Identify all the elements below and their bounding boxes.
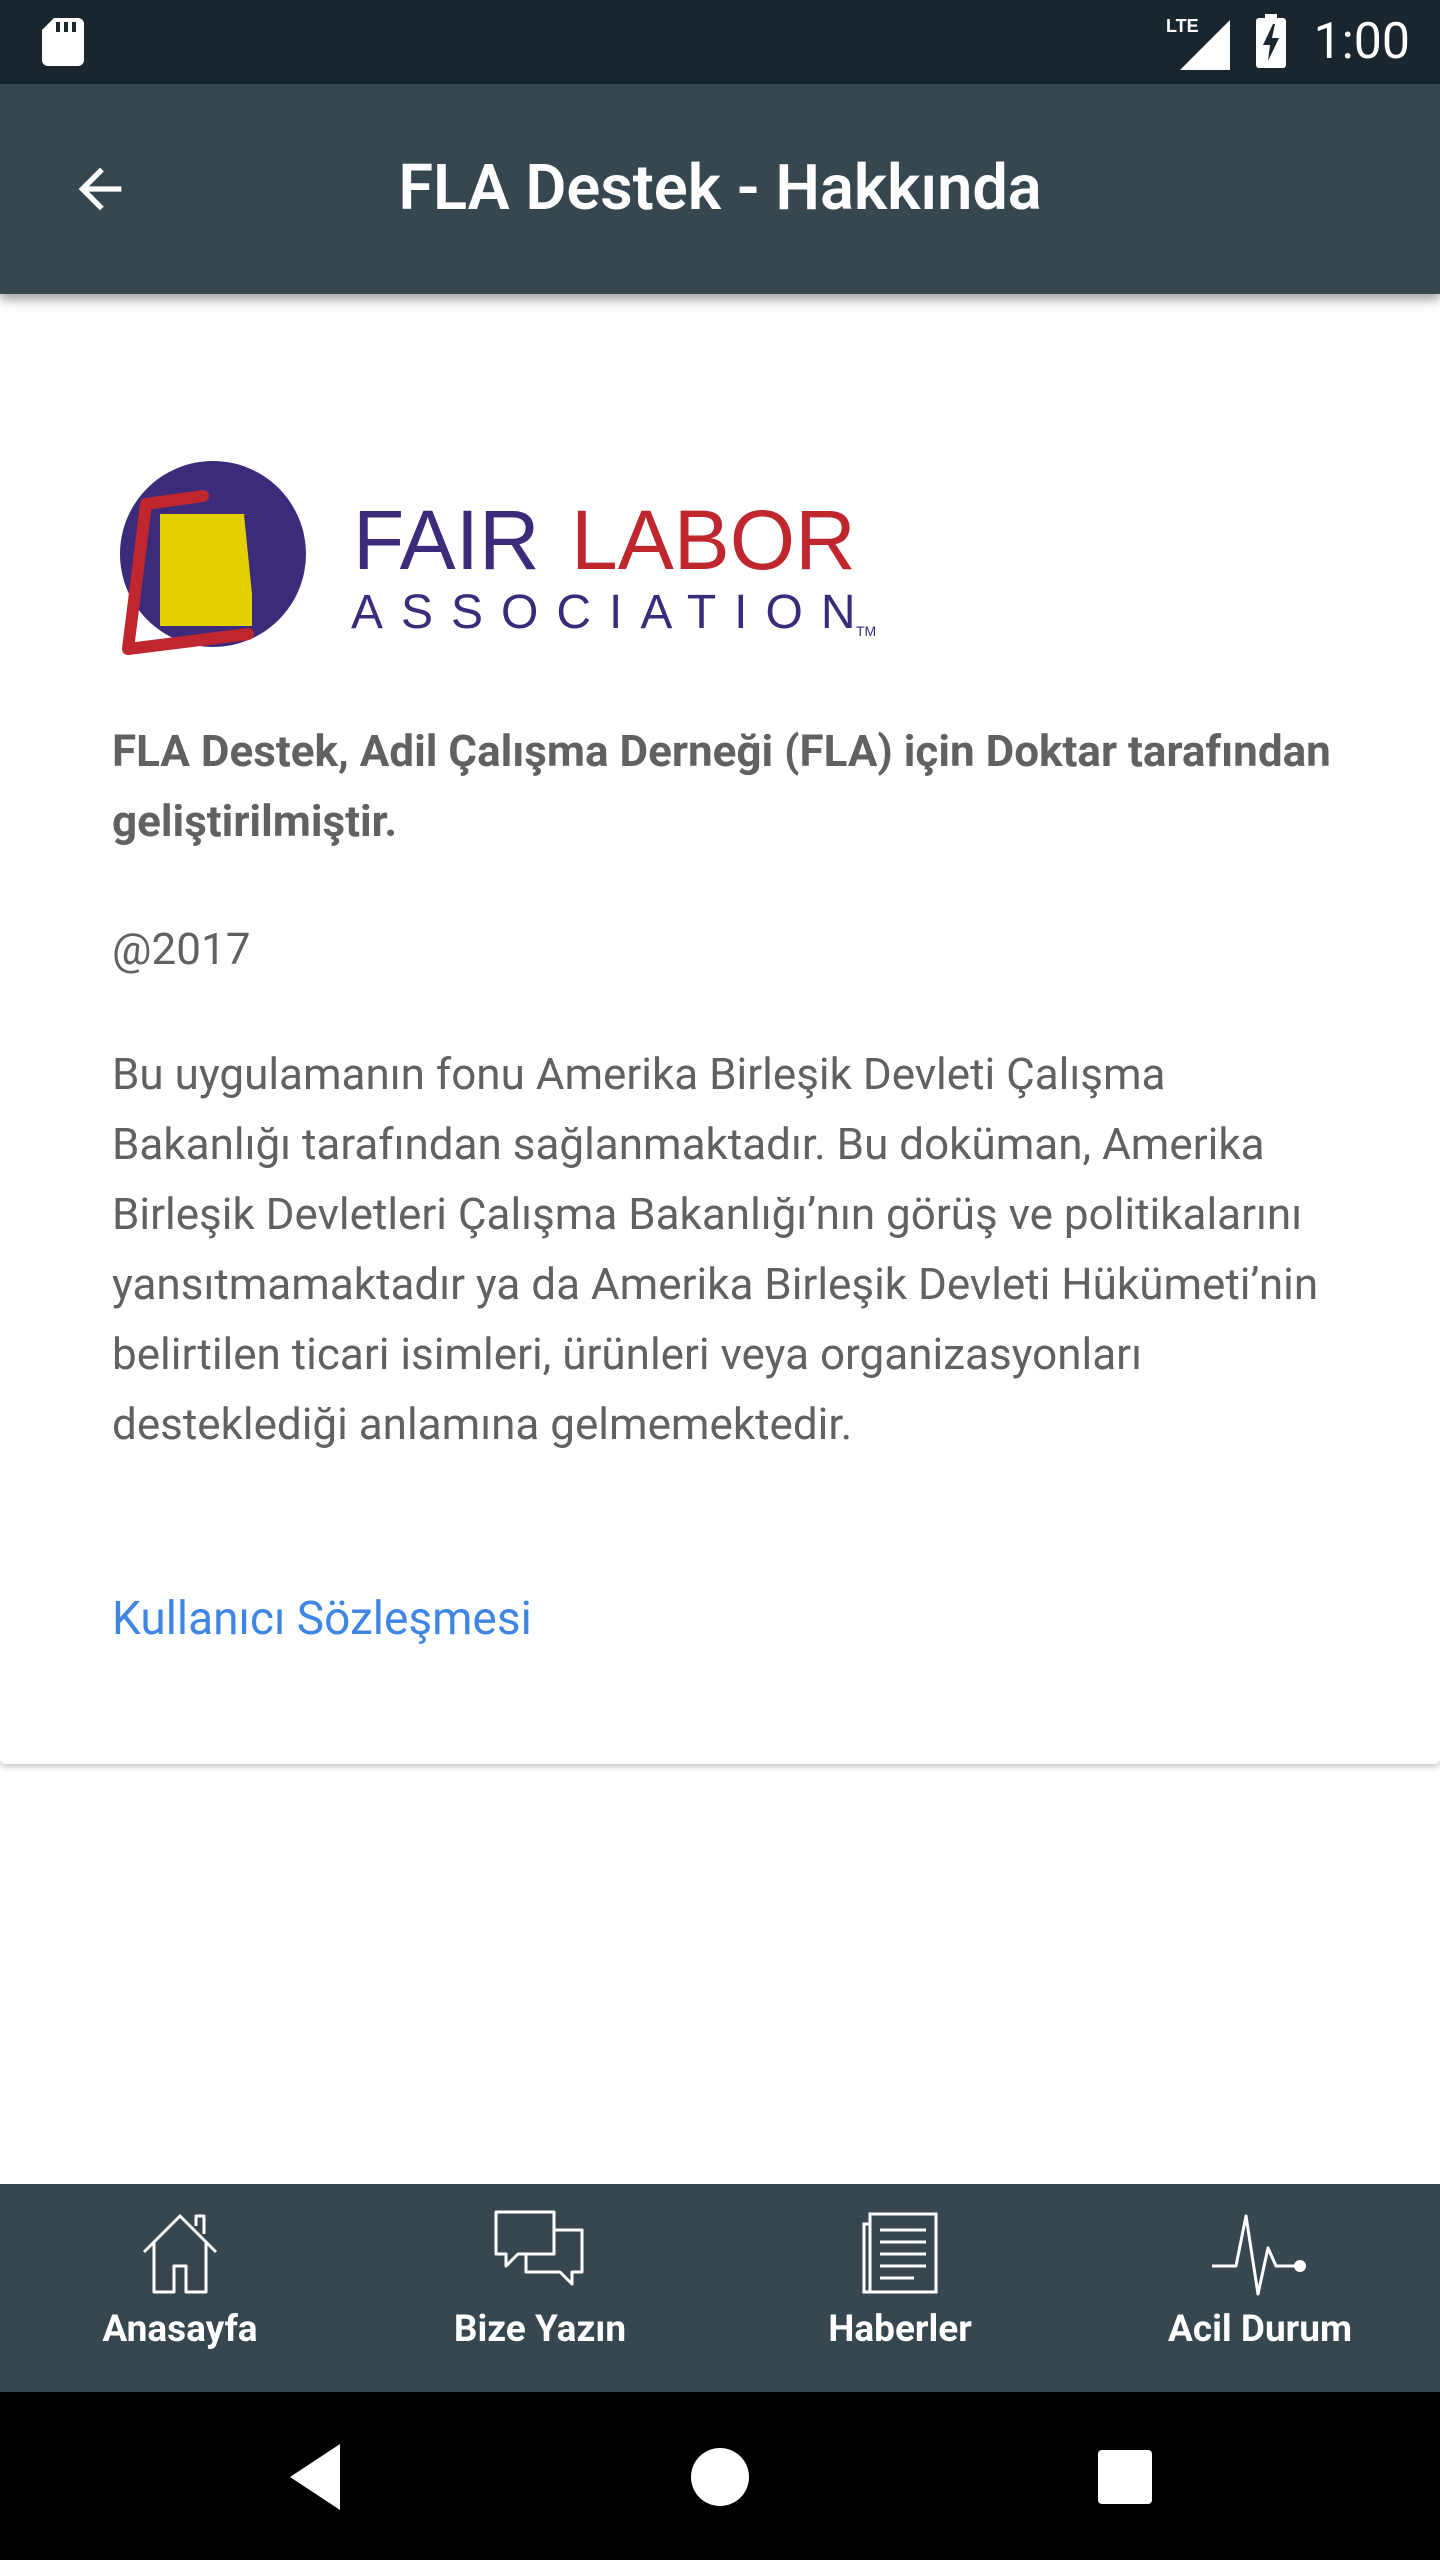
lte-signal-icon: LTE (1166, 16, 1230, 70)
about-card: FAIR LABOR ASSOCIATION TM FLA Destek, Ad… (0, 294, 1440, 1764)
system-back-icon[interactable] (270, 2432, 360, 2522)
fair-labor-association-logo: FAIR LABOR ASSOCIATION TM (120, 461, 876, 655)
heartbeat-icon (1212, 2214, 1306, 2296)
user-agreement-link[interactable]: Kullanıcı Sözleşmesi (112, 1584, 532, 1654)
home-icon (142, 2214, 218, 2294)
news-icon (862, 2212, 938, 2294)
status-bar: LTE 1:00 (0, 0, 1440, 84)
nav-label-contact: Bize Yazın (453, 2308, 627, 2351)
logo-word-association: ASSOCIATION (351, 586, 874, 639)
nav-label-news: Haberler (828, 2308, 972, 2351)
chat-bubbles-icon (494, 2210, 584, 2286)
bottom-navigation: Anasayfa Bize Yazın Haberler Acil Durum (0, 2184, 1440, 2392)
logo-word-labor: LABOR (571, 493, 856, 587)
page-title: FLA Destek - Hakkında (398, 152, 1042, 225)
system-recents-icon[interactable] (1080, 2432, 1170, 2522)
nav-item-home[interactable]: Anasayfa (0, 2184, 360, 2392)
system-home-icon[interactable] (675, 2432, 765, 2522)
clock: 1:00 (1313, 13, 1410, 71)
nav-item-emergency[interactable]: Acil Durum (1080, 2184, 1440, 2392)
sd-card-icon (42, 18, 84, 66)
back-button[interactable] (50, 139, 150, 239)
nav-item-contact[interactable]: Bize Yazın (360, 2184, 720, 2392)
arrow-left-icon (78, 167, 122, 211)
battery-charging-icon (1256, 14, 1286, 68)
app-bar: FLA Destek - Hakkında (0, 84, 1440, 294)
lead-text: FLA Destek, Adil Çalışma Derneği (FLA) i… (112, 725, 1331, 847)
logo-word-fair: FAIR (353, 493, 540, 587)
logo-trademark: TM (856, 623, 876, 639)
system-navigation-bar (0, 2392, 1440, 2560)
copyright-year: @2017 (112, 923, 251, 975)
lte-label: LTE (1166, 16, 1199, 36)
nav-label-home: Anasayfa (102, 2308, 258, 2351)
nav-label-emergency: Acil Durum (1167, 2308, 1352, 2351)
nav-item-news[interactable]: Haberler (720, 2184, 1080, 2392)
funding-disclaimer: Bu uygulamanın fonu Amerika Birleşik Dev… (112, 1048, 1319, 1450)
